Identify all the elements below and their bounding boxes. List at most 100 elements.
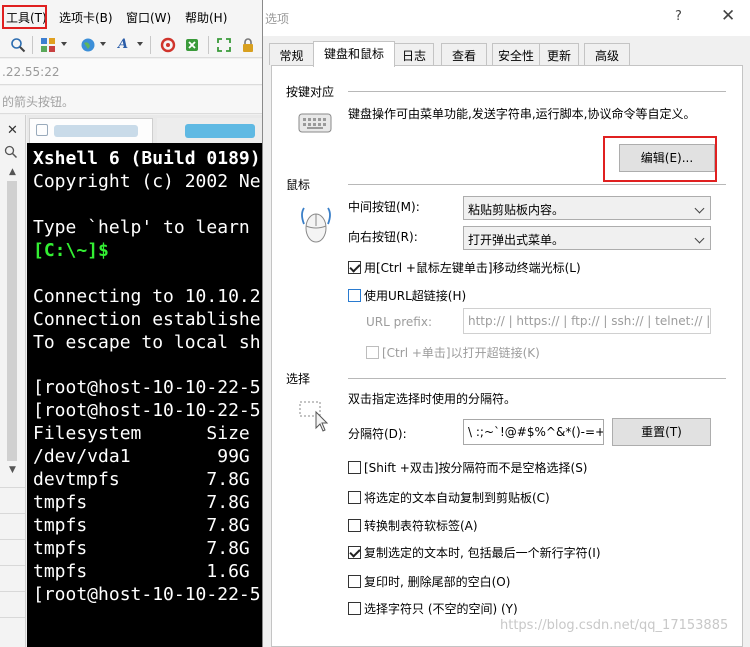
section-divider <box>348 91 726 92</box>
delimiter-label: 分隔符(D): <box>348 427 407 441</box>
tab-advanced[interactable]: 高级 <box>584 43 630 65</box>
tab-keyboard-mouse[interactable]: 键盘和鼠标 <box>313 41 395 67</box>
search-icon[interactable] <box>4 145 22 161</box>
checkbox-label: 复印时, 删除尾部的空白(O) <box>364 575 511 589</box>
checkbox-label: [Shift +双击]按分隔符而不是空格选择(S) <box>364 461 588 475</box>
checkbox-box <box>348 546 361 559</box>
close-button[interactable]: ✕ <box>721 6 735 26</box>
terminal-prompt: [C:\~]$ <box>33 240 109 261</box>
right-button-label: 向右按钮(R): <box>348 230 418 244</box>
mouse-section-title: 鼠标 <box>286 178 311 192</box>
include-newline-checkbox[interactable]: 复制选定的文本时, 包括最后一个新行字符(I) <box>348 544 601 561</box>
convert-tab-checkbox[interactable]: 转换制表符软标签(A) <box>348 517 478 534</box>
options-dialog: 选项 ? ✕ 常规 键盘和鼠标 日志 查看 安全性 更新 高级 按键对应 键盘操… <box>262 0 750 647</box>
xftp-icon[interactable] <box>160 37 176 53</box>
session-tab-strip <box>27 115 262 143</box>
fullscreen-icon[interactable] <box>216 37 232 53</box>
checkbox-box <box>348 575 361 588</box>
selection-description: 双击指定选择时使用的分隔符。 <box>348 392 517 406</box>
session-tab-icon <box>36 124 48 136</box>
layout-icon[interactable] <box>40 37 56 53</box>
url-prefix-label: URL prefix: <box>366 315 432 329</box>
tools-highlight-box <box>2 5 47 29</box>
address-bar[interactable]: .22.55:22 <box>0 59 262 85</box>
tab-log[interactable]: 日志 <box>394 43 434 65</box>
menu-window[interactable]: 窗口(W) <box>126 9 171 26</box>
trim-trailing-checkbox[interactable]: 复印时, 删除尾部的空白(O) <box>348 573 510 590</box>
checkbox-box <box>348 261 361 274</box>
terminal-output[interactable]: Xshell 6 (Build 0189) Copyright (c) 2002… <box>27 143 262 647</box>
section-divider <box>348 184 726 185</box>
terminal-line: [root@host-10-10-22-5 <box>33 400 261 421</box>
right-button-value: 打开弹出式菜单。 <box>468 233 565 247</box>
menu-help[interactable]: 帮助(H) <box>185 9 227 26</box>
checkbox-label: [Ctrl +单击]以打开超链接(K) <box>382 346 540 360</box>
xmanager-icon[interactable] <box>184 37 200 53</box>
checkbox-label: 选择字符只 (不空的空间) (Y) <box>364 602 518 616</box>
tab-view[interactable]: 查看 <box>441 43 487 65</box>
url-hyperlink-checkbox[interactable]: 使用URL超链接(H) <box>348 287 466 304</box>
delimiter-input[interactable]: \ :;~`!@#$%^&*()-=+|[] <box>463 419 604 445</box>
terminal-line: [root@host-10-10-22-5 <box>33 584 261 605</box>
toolbar: A <box>0 32 262 58</box>
help-button[interactable]: ? <box>675 9 682 24</box>
session-tab[interactable] <box>29 118 153 143</box>
keyboard-description: 键盘操作可由菜单功能,发送字符串,运行脚本,协议命令等自定义。 <box>348 107 696 121</box>
session-tab-label-blurred <box>54 125 138 137</box>
session-sidebar: ✕ ▲ ▼ <box>0 115 26 647</box>
selection-cursor-icon <box>298 398 332 435</box>
right-button-select[interactable]: 打开弹出式菜单。 <box>463 226 711 250</box>
close-icon[interactable]: ✕ <box>7 123 18 138</box>
terminal-line: Type `help' to learn <box>33 217 250 238</box>
font-icon[interactable]: A <box>115 37 131 53</box>
watermark: https://blog.csdn.net/qq_17153885 <box>500 618 729 633</box>
keyboard-mouse-panel: 按键对应 键盘操作可由菜单功能,发送字符串,运行脚本,协议命令等自定义。 编辑(… <box>271 65 743 647</box>
middle-button-select[interactable]: 粘贴剪贴板内容。 <box>463 196 711 220</box>
terminal-line: tmpfs 1.6G <box>33 561 250 582</box>
selection-section-title: 选择 <box>286 372 311 386</box>
scroll-up-icon[interactable]: ▲ <box>9 167 16 177</box>
terminal-line: tmpfs 7.8G <box>33 492 250 513</box>
dialog-title: 选项 <box>265 12 290 26</box>
mouse-icon <box>298 204 334 247</box>
checkbox-box <box>348 461 361 474</box>
dialog-title-bar[interactable]: 选项 ? ✕ <box>263 0 750 36</box>
terminal-line: Xshell 6 (Build 0189) <box>33 148 261 169</box>
keyboard-icon <box>298 110 332 139</box>
chevron-down-icon <box>694 233 705 244</box>
session-tab[interactable] <box>157 118 262 143</box>
tab-security[interactable]: 安全性 <box>492 43 540 65</box>
edit-highlight-box <box>603 136 717 182</box>
menu-tabs[interactable]: 选项卡(B) <box>59 9 113 26</box>
sidebar-scrollbar-thumb[interactable] <box>7 181 17 461</box>
terminal-line: To escape to local sh <box>33 332 261 353</box>
checkbox-box <box>348 519 361 532</box>
scroll-down-icon[interactable]: ▼ <box>9 465 16 475</box>
search-icon[interactable] <box>10 37 26 53</box>
terminal-line: tmpfs 7.8G <box>33 515 250 536</box>
tab-update[interactable]: 更新 <box>539 43 579 65</box>
auto-copy-checkbox[interactable]: 将选定的文本自动复制到剪贴板(C) <box>348 489 550 506</box>
shift-double-click-checkbox[interactable]: [Shift +双击]按分隔符而不是空格选择(S) <box>348 459 588 476</box>
url-prefix-input[interactable]: http:// | https:// | ftp:// | ssh:// | t… <box>463 308 711 334</box>
hint-text: 的箭头按钮。 <box>2 95 75 109</box>
terminal-line: tmpfs 7.8G <box>33 538 250 559</box>
ctrl-click-hyperlink-checkbox[interactable]: [Ctrl +单击]以打开超链接(K) <box>366 344 540 361</box>
select-chars-only-checkbox[interactable]: 选择字符只 (不空的空间) (Y) <box>348 600 518 617</box>
address-text: .22.55:22 <box>2 65 60 79</box>
checkbox-label: 将选定的文本自动复制到剪贴板(C) <box>364 491 550 505</box>
xshell-main-window: 工具(T) 选项卡(B) 窗口(W) 帮助(H) A .22.55:22 的箭头… <box>0 0 262 647</box>
terminal-line: Filesystem Size <box>33 423 250 444</box>
lock-icon[interactable] <box>240 37 256 53</box>
terminal-line: Connection establishe <box>33 309 261 330</box>
ctrl-move-cursor-checkbox[interactable]: 用[Ctrl +鼠标左键单击]移动终端光标(L) <box>348 259 581 276</box>
reset-button[interactable]: 重置(T) <box>612 418 711 446</box>
globe-icon[interactable] <box>80 37 96 53</box>
checkbox-box <box>366 346 379 359</box>
tab-general[interactable]: 常规 <box>269 43 314 65</box>
menu-bar: 工具(T) 选项卡(B) 窗口(W) 帮助(H) <box>0 0 262 32</box>
checkbox-label: 复制选定的文本时, 包括最后一个新行字符(I) <box>364 546 601 560</box>
middle-button-value: 粘贴剪贴板内容。 <box>468 203 565 217</box>
section-divider <box>348 378 726 379</box>
checkbox-label: 使用URL超链接(H) <box>364 289 467 303</box>
